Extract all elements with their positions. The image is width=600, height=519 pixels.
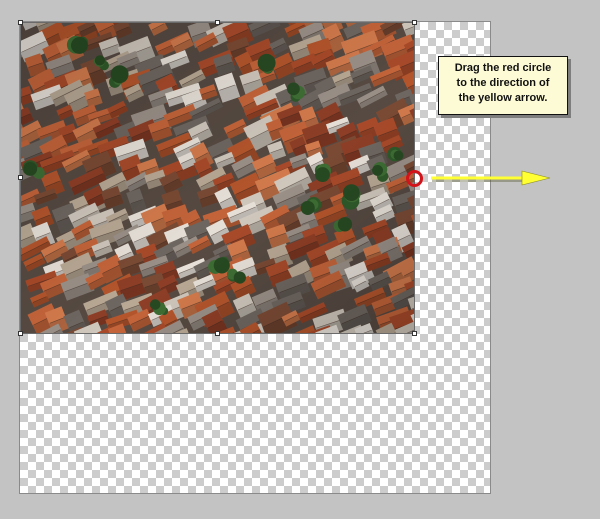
instruction-line-3: the yellow arrow. [458, 92, 548, 104]
instruction-line-2: to the direction of [456, 77, 550, 89]
instruction-line-1: Drag the red circle [454, 62, 552, 74]
instruction-callout: Drag the red circle to the direction of … [438, 56, 568, 115]
red-circle-icon[interactable] [406, 170, 423, 187]
